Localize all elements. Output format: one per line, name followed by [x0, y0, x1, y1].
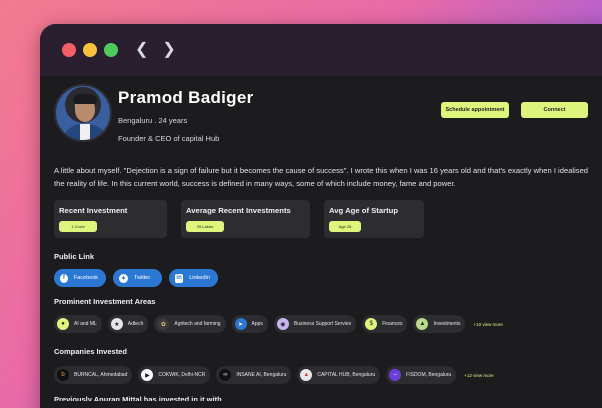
stat-label: Avg Age of Startup [329, 206, 399, 215]
schedule-appointment-button[interactable]: Schedule appointment [441, 102, 509, 118]
chip-label: Business Support Servies [293, 321, 352, 327]
capital-hub-icon: ▲ [300, 369, 313, 381]
browser-window: ❮ ❯ Pramod Badiger Bengaluru . 24 years … [40, 24, 602, 408]
companies-invested-title: Companies Invested [54, 347, 127, 356]
stat-card-recent-investment: Recent Investment 1 Crore [54, 200, 167, 238]
fisdom-icon: – [389, 369, 402, 381]
facebook-icon: f [60, 273, 68, 283]
maximize-window-button[interactable] [104, 43, 118, 57]
profile-header: Pramod Badiger Bengaluru . 24 years Foun… [54, 84, 596, 150]
finances-icon: $ [365, 318, 378, 330]
area-chip-business-support[interactable]: ◉ Business Support Servies [273, 315, 357, 333]
area-chip-agritech[interactable]: ✿ Agritech and farming [154, 315, 226, 333]
previous-investors-heading: Previously Anurag Mittal has invested in… [54, 395, 222, 401]
facebook-link-button[interactable]: f Facebook [54, 269, 106, 287]
back-arrow-icon[interactable]: ❮ [135, 42, 148, 58]
agritech-icon: ✿ [157, 318, 170, 330]
chip-label: FISDOM, Bengaluru [406, 372, 452, 378]
title-bar: ❮ ❯ [40, 24, 602, 76]
stat-value: 25 Lakhs [186, 221, 224, 232]
chip-label: INSANE AI, Bengaluru [236, 372, 287, 378]
cokwik-icon: ▶ [141, 369, 154, 381]
stat-card-average-investments: Average Recent Investments 25 Lakhs [181, 200, 310, 238]
twitter-link-button[interactable]: ✦ Twitter [113, 269, 162, 287]
company-chip-burncal[interactable]: b BURNCAL, Ahmedabad [54, 366, 133, 384]
chip-label: Adtech [127, 321, 144, 327]
profile-name: Pramod Badiger [118, 88, 254, 107]
companies-list: b BURNCAL, Ahmedabad ▶ COKWIK, Delhi-NCR… [54, 366, 596, 384]
adtech-icon: ★ [110, 318, 123, 330]
bio-text: A little about myself. "Dejection is a s… [54, 166, 589, 188]
link-label: Twitter [134, 275, 151, 281]
chip-label: Agritech and farming [174, 321, 221, 327]
linkedin-icon: in [175, 273, 184, 283]
insane-ai-icon: ∞ [219, 369, 232, 381]
investment-areas-title: Prominent Investment Areas [54, 297, 156, 306]
burncal-icon: b [57, 369, 69, 381]
area-chip-finances[interactable]: $ Finances [362, 315, 408, 333]
companies-view-more-link[interactable]: +12 view more [464, 373, 493, 378]
connect-button[interactable]: Connect [521, 102, 588, 118]
avatar [54, 84, 112, 142]
business-icon: ◉ [276, 318, 289, 330]
ai-icon: ● [57, 318, 69, 330]
chip-label: Finances [382, 321, 403, 327]
profile-role: Founder & CEO of capital Hub [118, 134, 220, 143]
investment-areas-list: ● AI and ML ★ Adtech ✿ Agritech and farm… [54, 315, 596, 333]
area-chip-investments[interactable]: ▲ Investments [413, 315, 466, 333]
area-chip-adtech[interactable]: ★ Adtech [107, 315, 149, 333]
profile-info: Pramod Badiger Bengaluru . 24 years Foun… [118, 88, 254, 143]
linkedin-link-button[interactable]: in LinkedIn [169, 269, 218, 287]
chip-label: BURNCAL, Ahmedabad [74, 372, 128, 378]
public-link-title: Public Link [54, 252, 95, 261]
chip-label: CAPITAL HUB, Bengaluru [317, 372, 376, 378]
stat-label: Average Recent Investments [186, 206, 291, 215]
company-chip-capital-hub[interactable]: ▲ CAPITAL HUB, Bengaluru [297, 366, 381, 384]
area-chip-apps[interactable]: ➤ Apps [231, 315, 268, 333]
link-label: Facebook [73, 275, 98, 281]
chip-label: Apps [251, 321, 263, 327]
link-label: LinkedIn [189, 275, 210, 281]
profile-location-age: Bengaluru . 24 years [118, 116, 188, 125]
forward-arrow-icon[interactable]: ❯ [162, 42, 175, 58]
profile-actions: Schedule appointment Connect [441, 102, 588, 118]
profile-page: Pramod Badiger Bengaluru . 24 years Foun… [40, 76, 602, 401]
areas-view-more-link[interactable]: +10 view more [473, 322, 502, 327]
apps-icon: ➤ [234, 318, 247, 330]
chip-label: AI and ML [74, 321, 97, 327]
stat-value: Age 25 [329, 221, 361, 232]
public-links: f Facebook ✦ Twitter in LinkedIn [54, 269, 596, 287]
chip-label: COKWIK, Delhi-NCR [158, 372, 206, 378]
twitter-icon: ✦ [119, 273, 128, 283]
chip-label: Investments [433, 321, 461, 327]
company-chip-insane-ai[interactable]: ∞ INSANE AI, Bengaluru [216, 366, 292, 384]
investments-icon: ▲ [416, 318, 429, 330]
minimize-window-button[interactable] [83, 43, 97, 57]
stat-value: 1 Crore [59, 221, 97, 232]
stats-row: Recent Investment 1 Crore Average Recent… [54, 200, 596, 238]
area-chip-ai-ml[interactable]: ● AI and ML [54, 315, 102, 333]
company-chip-fisdom[interactable]: – FISDOM, Bengaluru [386, 366, 457, 384]
close-window-button[interactable] [62, 43, 76, 57]
stat-label: Recent Investment [59, 206, 128, 215]
stat-card-avg-age: Avg Age of Startup Age 25 [324, 200, 424, 238]
company-chip-cokwik[interactable]: ▶ COKWIK, Delhi-NCR [138, 366, 211, 384]
